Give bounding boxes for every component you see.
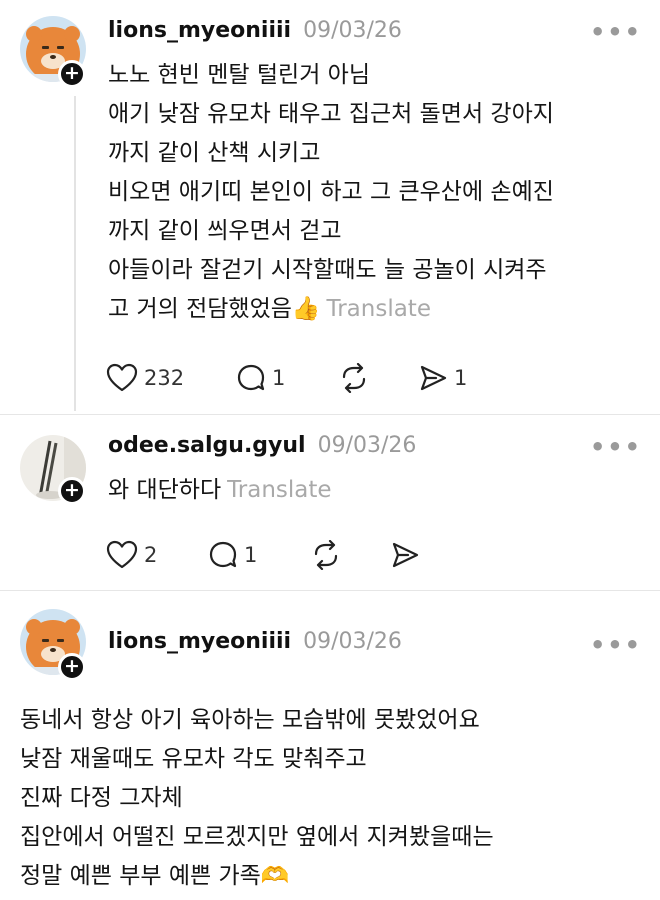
- share-icon: [392, 542, 419, 568]
- heart-icon: [106, 540, 138, 569]
- reply-text: 와 대단하다 Translate: [108, 471, 332, 510]
- share-icon: [420, 365, 447, 391]
- post-2: + odee.salgu.gyul 09/03/26 ••• 와 대단하다 Tran…: [0, 415, 660, 590]
- follow-plus-icon[interactable]: +: [58, 653, 86, 681]
- like-button[interactable]: 232: [106, 360, 184, 396]
- translate-link[interactable]: Translate: [227, 477, 331, 503]
- follow-plus-icon[interactable]: +: [58, 477, 86, 505]
- heart-icon: [106, 363, 138, 392]
- like-count: 232: [144, 366, 185, 390]
- action-bar: 2 1: [106, 537, 526, 573]
- comment-count: 1: [244, 543, 258, 567]
- translate-link[interactable]: Translate: [327, 296, 431, 322]
- post-date: 09/03/26: [303, 629, 402, 654]
- comment-icon: [237, 364, 265, 391]
- more-icon[interactable]: •••: [590, 18, 642, 46]
- comment-button[interactable]: 1: [208, 537, 257, 573]
- repost-icon: [314, 540, 338, 570]
- heart-hands-emoji: 🫶: [260, 863, 290, 889]
- like-count: 2: [144, 543, 158, 567]
- post-date: 09/03/26: [303, 18, 402, 43]
- post-1: + lions_myeoniiii 09/03/26 ••• 노노 현빈 멘탈 털…: [0, 0, 660, 415]
- post-text-content: 노노 현빈 멘탈 털린거 아님 애기 낮잠 유모차 태우고 집근처 돌면서 강아…: [108, 62, 554, 322]
- follow-plus-icon[interactable]: +: [58, 60, 86, 88]
- post-text-content: 동네서 항상 아기 육아하는 모습밖에 못봤었어요 낮잠 재울때도 유모차 각도…: [20, 707, 494, 889]
- username[interactable]: lions_myeoniiii 09/03/26: [108, 629, 402, 654]
- username[interactable]: lions_myeoniiii 09/03/26: [108, 18, 402, 43]
- comment-count: 1: [272, 366, 286, 390]
- action-bar: 232 1 1: [106, 360, 526, 396]
- reply-text-content: 와 대단하다: [108, 477, 222, 503]
- username-text[interactable]: lions_myeoniiii: [108, 629, 291, 654]
- post-text: 노노 현빈 멘탈 털린거 아님 애기 낮잠 유모차 태우고 집근처 돌면서 강아…: [108, 56, 648, 329]
- thread-line: [74, 96, 76, 411]
- repost-button[interactable]: [310, 537, 342, 573]
- more-icon[interactable]: •••: [590, 433, 642, 461]
- username-text[interactable]: odee.salgu.gyul: [108, 433, 306, 458]
- share-button[interactable]: [390, 537, 420, 573]
- comment-icon: [209, 541, 237, 568]
- post-date: 09/03/26: [317, 433, 417, 458]
- repost-icon: [342, 363, 366, 393]
- thumbs-up-emoji: 👍: [291, 296, 321, 322]
- share-count: 1: [454, 366, 468, 390]
- comment-button[interactable]: 1: [236, 360, 285, 396]
- post-3: + lions_myeoniiii 09/03/26 ••• 동네서 항상 아기 …: [0, 591, 660, 900]
- more-icon[interactable]: •••: [590, 631, 642, 659]
- share-button[interactable]: 1: [418, 360, 467, 396]
- username-text[interactable]: lions_myeoniiii: [108, 18, 291, 43]
- post-text: 동네서 항상 아기 육아하는 모습밖에 못봤었어요 낮잠 재울때도 유모차 각도…: [20, 701, 640, 896]
- username[interactable]: odee.salgu.gyul 09/03/26: [108, 433, 416, 458]
- repost-button[interactable]: [338, 360, 370, 396]
- like-button[interactable]: 2: [106, 537, 157, 573]
